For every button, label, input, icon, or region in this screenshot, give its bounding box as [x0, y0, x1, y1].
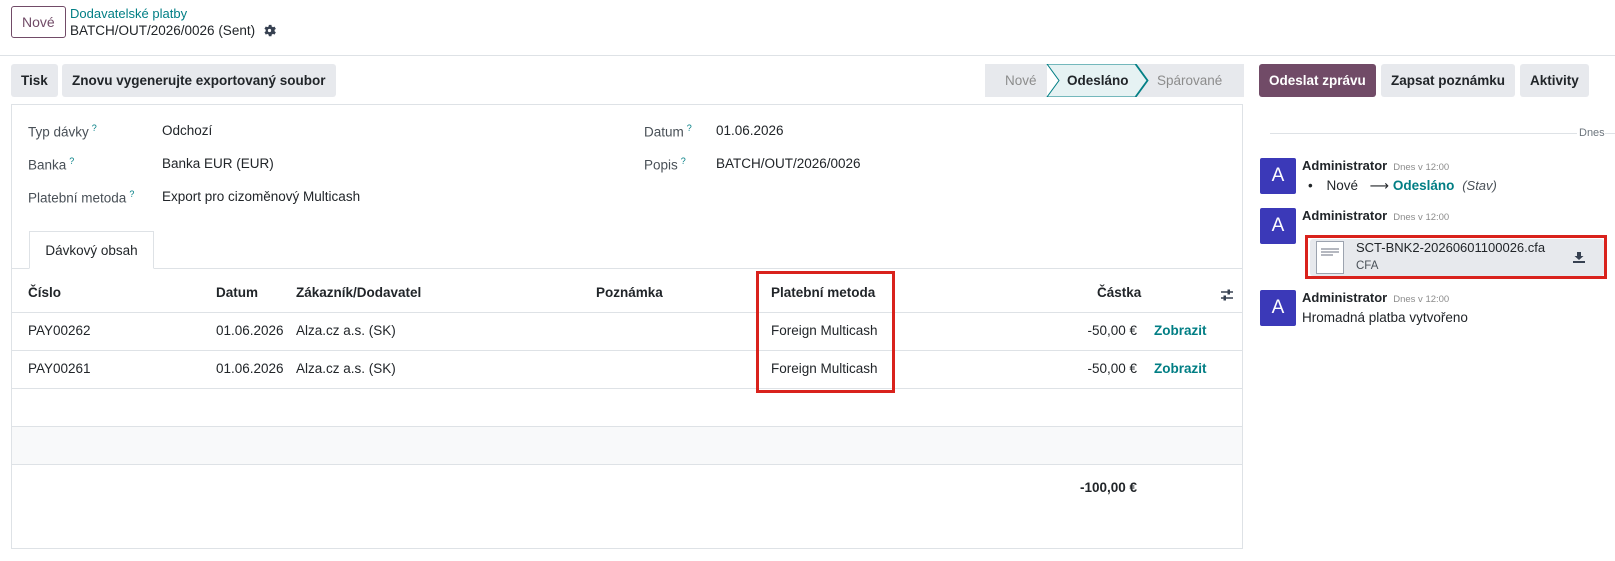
help-icon[interactable]: ?: [681, 156, 686, 166]
batch-type-value[interactable]: Odchozí: [162, 123, 212, 138]
message-body: Hromadná platba vytvořeno: [1302, 310, 1468, 325]
message-author[interactable]: Administrator Dnes v 12:00: [1302, 208, 1449, 223]
stage-new[interactable]: Nové: [1005, 73, 1037, 88]
row-number[interactable]: PAY00262: [28, 323, 91, 338]
avatar[interactable]: A: [1260, 290, 1296, 326]
row-number[interactable]: PAY00261: [28, 361, 91, 376]
avatar[interactable]: A: [1260, 158, 1296, 194]
message-date: Dnes v 12:00: [1393, 162, 1450, 173]
row-amount[interactable]: -50,00 €: [1087, 361, 1137, 376]
tracking-new-value: Odesláno: [1392, 178, 1455, 193]
col-partner[interactable]: Zákazník/Dodavatel: [296, 285, 421, 300]
tracking-old-value: Nové: [1326, 178, 1359, 193]
log-note-button[interactable]: Zapsat poznámku: [1381, 64, 1516, 97]
column-settings-icon[interactable]: [1219, 287, 1235, 303]
arrow-right-icon: ⟶: [1369, 178, 1390, 193]
help-icon[interactable]: ?: [92, 123, 97, 133]
new-button[interactable]: Nové: [11, 6, 66, 38]
stage-reconciled[interactable]: Spárované: [1157, 73, 1222, 88]
description-value[interactable]: BATCH/OUT/2026/0026: [716, 156, 861, 171]
print-button[interactable]: Tisk: [11, 64, 58, 97]
row-amount[interactable]: -50,00 €: [1087, 323, 1137, 338]
row-date[interactable]: 01.06.2026: [216, 361, 284, 376]
day-divider: [1270, 133, 1577, 134]
col-date[interactable]: Datum: [216, 285, 258, 300]
tab-divider: [12, 268, 1242, 269]
gear-icon[interactable]: [263, 24, 276, 37]
tab-batch-content[interactable]: Dávkový obsah: [29, 231, 154, 269]
payment-method-value[interactable]: Export pro cizoměnový Multicash: [162, 189, 360, 204]
empty-row: [12, 427, 1242, 464]
avatar[interactable]: A: [1260, 208, 1296, 244]
description-label: Popis?: [644, 156, 686, 173]
date-label: Datum?: [644, 123, 692, 140]
record-name: BATCH/OUT/2026/0026 (Sent): [70, 23, 256, 38]
row-date[interactable]: 01.06.2026: [216, 323, 284, 338]
send-message-button[interactable]: Odeslat zprávu: [1259, 64, 1376, 97]
row-partner[interactable]: Alza.cz a.s. (SK): [296, 361, 396, 376]
message-author[interactable]: Administrator Dnes v 12:00: [1302, 290, 1449, 305]
bullet: •: [1308, 178, 1313, 193]
payment-method-label: Platební metoda?: [28, 189, 135, 206]
breadcrumb-current: BATCH/OUT/2026/0026 (Sent): [70, 23, 276, 38]
date-value[interactable]: 01.06.2026: [716, 123, 784, 138]
row-partner[interactable]: Alza.cz a.s. (SK): [296, 323, 396, 338]
batch-type-label: Typ dávky?: [28, 123, 97, 140]
message-date: Dnes v 12:00: [1393, 294, 1450, 305]
row-divider: [12, 464, 1242, 465]
status-bar: Nové Odesláno Spárované: [985, 64, 1244, 97]
form-sheet: Typ dávky? Odchozí Banka? Banka EUR (EUR…: [11, 104, 1243, 549]
breadcrumb-parent[interactable]: Dodavatelské platby: [70, 6, 187, 21]
total-amount: -100,00 €: [1079, 480, 1137, 495]
row-divider: [12, 312, 1242, 313]
message-author[interactable]: Administrator Dnes v 12:00: [1302, 158, 1449, 173]
help-icon[interactable]: ?: [129, 189, 134, 199]
highlight-attachment: [1305, 235, 1607, 279]
top-bar: Nové Dodavatelské platby BATCH/OUT/2026/…: [0, 0, 1615, 56]
col-note[interactable]: Poznámka: [596, 285, 663, 300]
row-divider: [12, 388, 1242, 389]
message-date: Dnes v 12:00: [1393, 212, 1450, 223]
stage-sent[interactable]: Odesláno: [1067, 73, 1129, 88]
help-icon[interactable]: ?: [687, 123, 692, 133]
row-divider: [12, 350, 1242, 351]
tracking-field: (Stav): [1462, 178, 1497, 193]
col-amount[interactable]: Částka: [1097, 285, 1141, 300]
col-number[interactable]: Číslo: [28, 285, 61, 300]
view-button[interactable]: Zobrazit: [1154, 323, 1207, 338]
day-label: Dnes: [1579, 127, 1605, 139]
bank-value[interactable]: Banka EUR (EUR): [162, 156, 274, 171]
day-divider: [1605, 133, 1615, 134]
regenerate-export-button[interactable]: Znovu vygenerujte exportovaný soubor: [62, 64, 336, 97]
view-button[interactable]: Zobrazit: [1154, 361, 1207, 376]
tracking-change: • Nové ⟶ Odesláno (Stav): [1308, 178, 1497, 194]
help-icon[interactable]: ?: [69, 156, 74, 166]
activities-button[interactable]: Aktivity: [1520, 64, 1589, 97]
bank-label: Banka?: [28, 156, 75, 173]
highlight-payment-method-column: [756, 271, 895, 393]
